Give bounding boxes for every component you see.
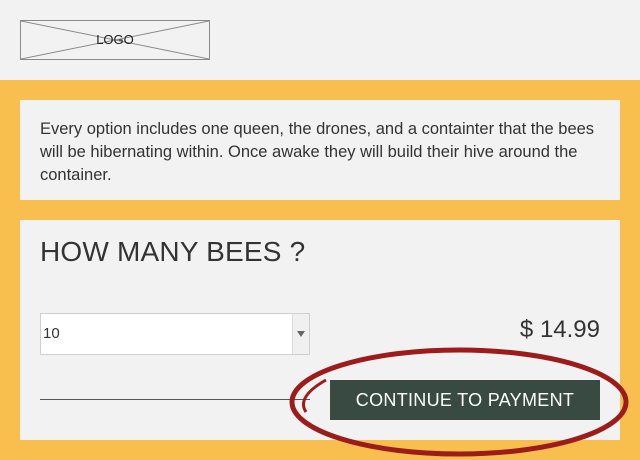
logo-placeholder: LOGO: [20, 20, 210, 60]
logo-label: LOGO: [96, 32, 134, 47]
quantity-value: 10: [43, 325, 60, 342]
price-label: $ 14.99: [519, 316, 600, 343]
info-card: Every option includes one queen, the dro…: [20, 100, 620, 200]
continue-to-payment-button[interactable]: CONTINUE TO PAYMENT: [330, 380, 600, 420]
order-card: HOW MANY BEES ? 10 $ 14.99 CONTINUE TO P…: [20, 220, 620, 440]
divider: [40, 399, 310, 400]
order-title: HOW MANY BEES ?: [40, 236, 306, 267]
chevron-down-icon[interactable]: [292, 314, 309, 354]
header: LOGO: [0, 0, 640, 80]
quantity-select[interactable]: 10: [40, 313, 310, 355]
info-text: Every option includes one queen, the dro…: [40, 120, 595, 184]
